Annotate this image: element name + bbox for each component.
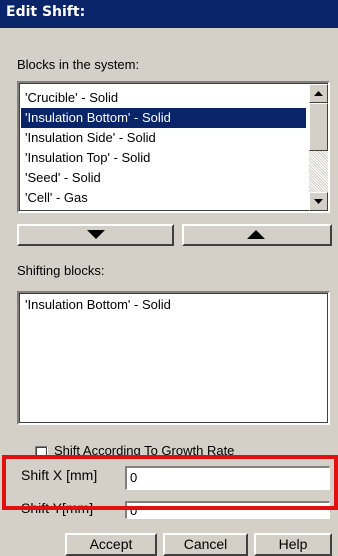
shifting-blocks-label: Shifting blocks:	[17, 263, 105, 278]
scroll-down-icon	[314, 199, 323, 204]
accept-button[interactable]: Accept	[65, 533, 157, 556]
scroll-down-button[interactable]	[309, 192, 328, 211]
move-down-icon	[87, 230, 105, 239]
shift-x-label: Shift X [mm]	[21, 467, 98, 483]
blocks-scrollbar[interactable]	[309, 84, 328, 211]
blocks-listbox[interactable]: 'Crucible' - Solid 'Insulation Bottom' -…	[17, 81, 330, 213]
scroll-up-button[interactable]	[309, 84, 328, 103]
list-item[interactable]: 'Cell' - Gas	[21, 188, 306, 208]
list-item[interactable]: 'Insulation Bottom' - Solid	[21, 295, 321, 315]
scroll-thumb[interactable]	[309, 103, 328, 151]
cancel-button[interactable]: Cancel	[163, 533, 248, 556]
list-item[interactable]: 'Seed' - Solid	[21, 168, 306, 188]
shift-y-input[interactable]: 0	[125, 501, 330, 519]
list-item[interactable]: 'Insulation Top' - Solid	[21, 148, 306, 168]
scroll-up-icon	[314, 91, 323, 96]
list-item[interactable]: 'Insulation Side' - Solid	[21, 128, 306, 148]
growth-rate-label: Shift According To Growth Rate	[54, 443, 235, 458]
blocks-in-system-label: Blocks in the system:	[17, 57, 140, 72]
list-item-selected[interactable]: 'Insulation Bottom' - Solid	[21, 108, 306, 128]
help-button[interactable]: Help	[254, 533, 332, 556]
move-up-button[interactable]	[182, 224, 332, 246]
growth-rate-checkbox[interactable]	[35, 446, 48, 459]
move-up-icon	[247, 230, 265, 239]
shifting-listbox[interactable]: 'Insulation Bottom' - Solid	[17, 291, 330, 425]
shift-y-label: Shift Y[mm]	[21, 500, 94, 516]
shift-x-input[interactable]: 0	[125, 466, 330, 490]
dialog-title: Edit Shift:	[0, 0, 338, 28]
move-down-button[interactable]	[17, 224, 174, 246]
list-item[interactable]: 'Crucible' - Solid	[21, 88, 306, 108]
